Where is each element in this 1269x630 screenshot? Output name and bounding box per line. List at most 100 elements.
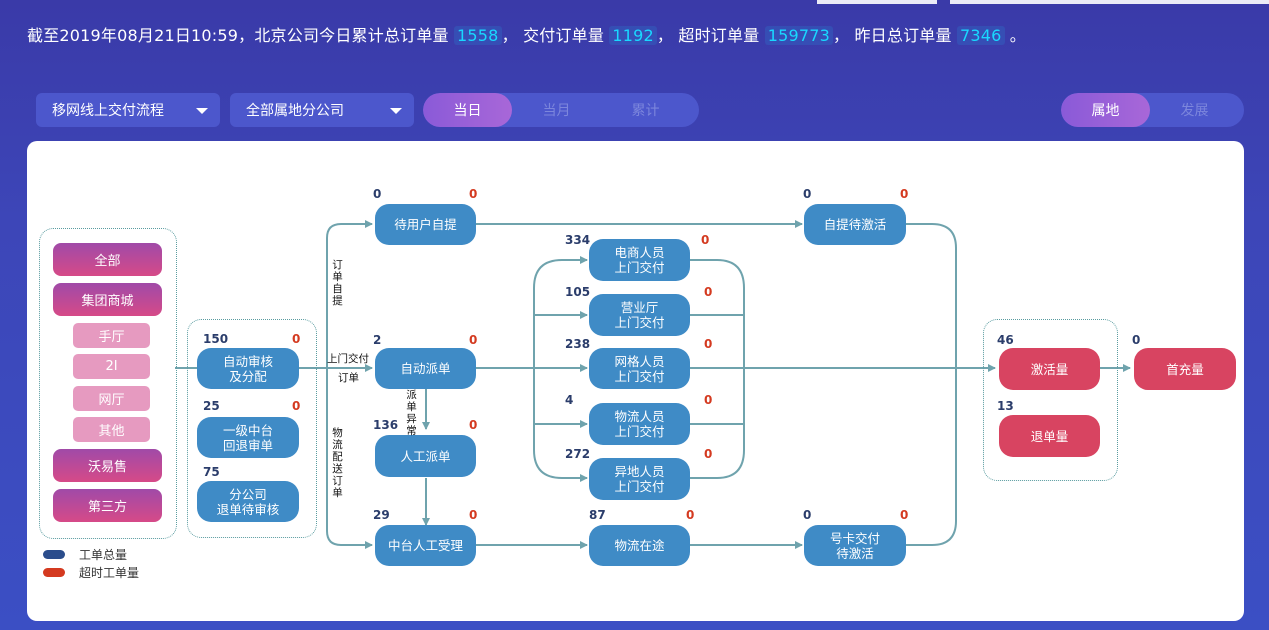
chevron-down-icon [196, 108, 208, 114]
node-label-line: 自动审核 [222, 353, 273, 369]
node-label-line: 上门交付 [614, 315, 665, 330]
first-return-node[interactable]: 一级中台 回退审单 [197, 417, 299, 458]
node-label-line: 网格人员 [614, 353, 665, 369]
branch-dropdown[interactable]: 全部属地分公司 [230, 93, 414, 127]
node-label-line: 上门交付 [614, 368, 665, 384]
top-tab-edge [950, 0, 1269, 4]
legend-label: 超时工单量 [79, 566, 140, 580]
tab-today[interactable]: 当日 [423, 93, 512, 127]
channel-other[interactable]: 其他 [73, 417, 150, 442]
grid-delivery-node[interactable]: 网格人员 上门交付 [589, 348, 690, 389]
node-label-line: 号卡交付 [829, 530, 880, 546]
yesterday-orders-value: 7346 [956, 26, 1005, 45]
edge-label-order-pickup: 订单自提 [332, 259, 343, 307]
tab-cumulative[interactable]: 累计 [601, 93, 690, 127]
top-tab-edge [817, 0, 937, 4]
grid-count: 238 [565, 337, 591, 351]
legend-swatch [43, 568, 65, 577]
tab-month[interactable]: 当月 [512, 93, 601, 127]
logistics-staff-overtime: 0 [704, 393, 713, 407]
remote-delivery-node[interactable]: 异地人员 上门交付 [589, 458, 690, 500]
legend-swatch [43, 550, 65, 559]
channel-woyishou[interactable]: 沃易售 [53, 449, 162, 482]
activation-count: 46 [997, 333, 1014, 347]
channel-2i[interactable]: 2I [73, 354, 150, 379]
edge-label-dispatch-abnormal: 派单异常 [406, 389, 417, 437]
node-label: 物流人员 上门交付 [614, 409, 664, 439]
card-delivery-node[interactable]: 号卡交付 待激活 [804, 525, 906, 566]
first-return-overtime: 0 [292, 399, 301, 413]
summary-text: ， 昨日总订单量 [832, 26, 952, 45]
chevron-down-icon [390, 108, 402, 114]
manual-dispatch-overtime: 0 [469, 418, 478, 432]
node-label: 分公司 退单待审核 [217, 487, 280, 517]
pickup-activate-node[interactable]: 自提待激活 [804, 204, 906, 245]
node-label-line: 电商人员 [614, 245, 665, 260]
summary-bar: 截至2019年08月21日10:59，北京公司今日累计总订单量 1558， 交付… [27, 22, 1026, 46]
summary-prefix: 截至2019年08月21日10:59，北京公司今日累计总订单量 [27, 26, 449, 45]
edge-label-door-delivery-order: 订单 [338, 372, 359, 384]
channel-third-party[interactable]: 第三方 [53, 489, 162, 522]
channel-all[interactable]: 全部 [53, 243, 162, 276]
hall-overtime: 0 [704, 285, 713, 299]
pickup-activate-count: 0 [803, 187, 812, 201]
node-label: 网格人员 上门交付 [614, 354, 664, 384]
ecom-delivery-node[interactable]: 电商人员 上门交付 [589, 239, 690, 281]
auto-review-node[interactable]: 自动审核 及分配 [197, 348, 299, 389]
in-transit-overtime: 0 [686, 508, 695, 522]
auto-review-count: 150 [203, 332, 229, 346]
auto-dispatch-node[interactable]: 自动派单 [375, 348, 476, 389]
node-label-line: 分公司 [229, 486, 267, 502]
activation-node[interactable]: 激活量 [999, 348, 1100, 390]
return-node[interactable]: 退单量 [999, 415, 1100, 457]
channel-group-mall[interactable]: 集团商城 [53, 283, 162, 316]
node-label-line: 回退审单 [222, 437, 273, 453]
legend-overtime: 超时工单量 [43, 564, 139, 581]
node-label: 电商人员 上门交付 [614, 245, 664, 275]
node-label: 异地人员 上门交付 [614, 464, 664, 494]
node-label-line: 异地人员 [614, 464, 665, 479]
node-label: 营业厅 上门交付 [614, 300, 664, 330]
remote-overtime: 0 [704, 447, 713, 461]
node-label-line: 退单待审核 [216, 501, 280, 517]
pickup-activate-overtime: 0 [900, 187, 909, 201]
node-label: 一级中台 回退审单 [223, 423, 273, 453]
logistics-staff-delivery-node[interactable]: 物流人员 上门交付 [589, 403, 690, 445]
branch-return-node[interactable]: 分公司 退单待审核 [197, 481, 299, 522]
hall-count: 105 [565, 285, 591, 299]
node-label-line: 上门交付 [614, 424, 665, 439]
center-accept-node[interactable]: 中台人工受理 [375, 525, 476, 566]
hall-delivery-node[interactable]: 营业厅 上门交付 [589, 294, 690, 336]
auto-review-overtime: 0 [292, 332, 301, 346]
branch-return-count: 75 [203, 465, 220, 479]
manual-dispatch-node[interactable]: 人工派单 [375, 435, 476, 477]
edge-label-door-delivery: 上门交付 [327, 353, 369, 365]
remote-count: 272 [565, 447, 591, 461]
delivered-orders-value: 1192 [609, 26, 657, 45]
legend-label: 工单总量 [79, 548, 128, 562]
edge-label-logistics-order: 物流配送订单 [332, 427, 343, 499]
branch-dropdown-label: 全部属地分公司 [246, 103, 344, 119]
auto-dispatch-count: 2 [373, 333, 382, 347]
node-label-line: 上门交付 [614, 479, 665, 494]
center-accept-count: 29 [373, 508, 390, 522]
node-label-line: 一级中台 [222, 422, 273, 438]
auto-dispatch-overtime: 0 [469, 333, 478, 347]
pickup-wait-count: 0 [373, 187, 382, 201]
flow-panel: 全部 集团商城 手厅 2I 网厅 其他 沃易售 第三方 150 0 自动审核 及分… [27, 141, 1244, 621]
tab-territory[interactable]: 属地 [1061, 93, 1150, 127]
in-transit-node[interactable]: 物流在途 [589, 525, 690, 566]
process-dropdown[interactable]: 移网线上交付流程 [36, 93, 220, 127]
node-label-line: 待激活 [836, 545, 874, 561]
node-label-line: 上门交付 [614, 260, 665, 275]
pickup-wait-node[interactable]: 待用户自提 [375, 204, 476, 245]
first-charge-node[interactable]: 首充量 [1134, 348, 1236, 390]
manual-dispatch-count: 136 [373, 418, 399, 432]
first-charge-count: 0 [1132, 333, 1141, 347]
summary-text: ， 超时订单量 [656, 26, 760, 45]
channel-wangting[interactable]: 网厅 [73, 386, 150, 411]
total-orders-value: 1558 [454, 26, 502, 45]
in-transit-count: 87 [589, 508, 606, 522]
channel-shouting[interactable]: 手厅 [73, 323, 150, 348]
tab-development[interactable]: 发展 [1150, 93, 1239, 127]
